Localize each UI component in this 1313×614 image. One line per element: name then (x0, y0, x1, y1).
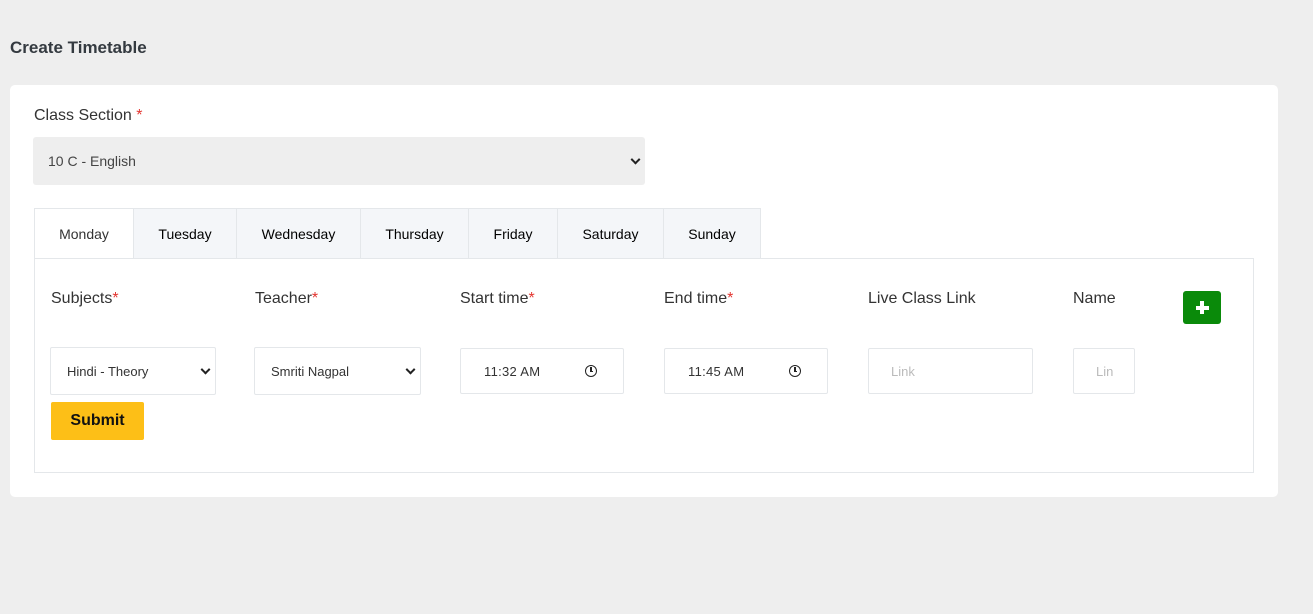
clock-icon[interactable] (789, 365, 801, 377)
submit-button[interactable]: Submit (51, 402, 144, 440)
tab-thursday[interactable]: Thursday (361, 208, 469, 259)
add-row-button[interactable] (1183, 291, 1221, 324)
live-class-link-label: Live Class Link (868, 290, 976, 307)
teacher-label: Teacher* (255, 290, 319, 307)
chevron-down-icon (405, 364, 416, 375)
day-tabs: Monday Tuesday Wednesday Thursday Friday… (34, 208, 761, 259)
plus-icon (1195, 301, 1209, 314)
chevron-down-icon (200, 364, 211, 375)
start-time-label: Start time* (460, 290, 535, 307)
required-mark: * (136, 107, 143, 124)
required-mark: * (528, 290, 535, 307)
end-time-input[interactable]: 11:45 AM (664, 348, 828, 394)
monday-panel: Subjects* Teacher* Start time* End time*… (34, 258, 1254, 473)
tab-saturday[interactable]: Saturday (558, 208, 664, 259)
tab-wednesday[interactable]: Wednesday (237, 208, 361, 259)
end-time-label: End time* (664, 290, 734, 307)
start-time-input[interactable]: 11:32 AM (460, 348, 624, 394)
teacher-select[interactable]: Smriti Nagpal (254, 347, 421, 395)
page-title: Create Timetable (10, 38, 147, 57)
live-class-link-input[interactable]: Link (868, 348, 1033, 394)
timetable-form-card: Class Section * 10 C - English Monday Tu… (10, 85, 1278, 497)
name-label: Name (1073, 290, 1116, 307)
name-input[interactable]: Lin (1073, 348, 1135, 394)
tab-sunday[interactable]: Sunday (664, 208, 761, 259)
class-section-label: Class Section * (34, 107, 143, 124)
subjects-label: Subjects* (51, 290, 119, 307)
tab-tuesday[interactable]: Tuesday (134, 208, 237, 259)
clock-icon[interactable] (585, 365, 597, 377)
tab-monday[interactable]: Monday (34, 208, 134, 259)
class-section-value: 10 C - English (48, 153, 136, 169)
required-mark: * (311, 290, 319, 307)
tab-friday[interactable]: Friday (469, 208, 558, 259)
required-mark: * (727, 290, 734, 307)
class-section-select[interactable]: 10 C - English (33, 137, 645, 185)
subject-select[interactable]: Hindi - Theory (50, 347, 216, 395)
required-mark: * (112, 290, 119, 307)
chevron-down-icon (630, 154, 641, 165)
